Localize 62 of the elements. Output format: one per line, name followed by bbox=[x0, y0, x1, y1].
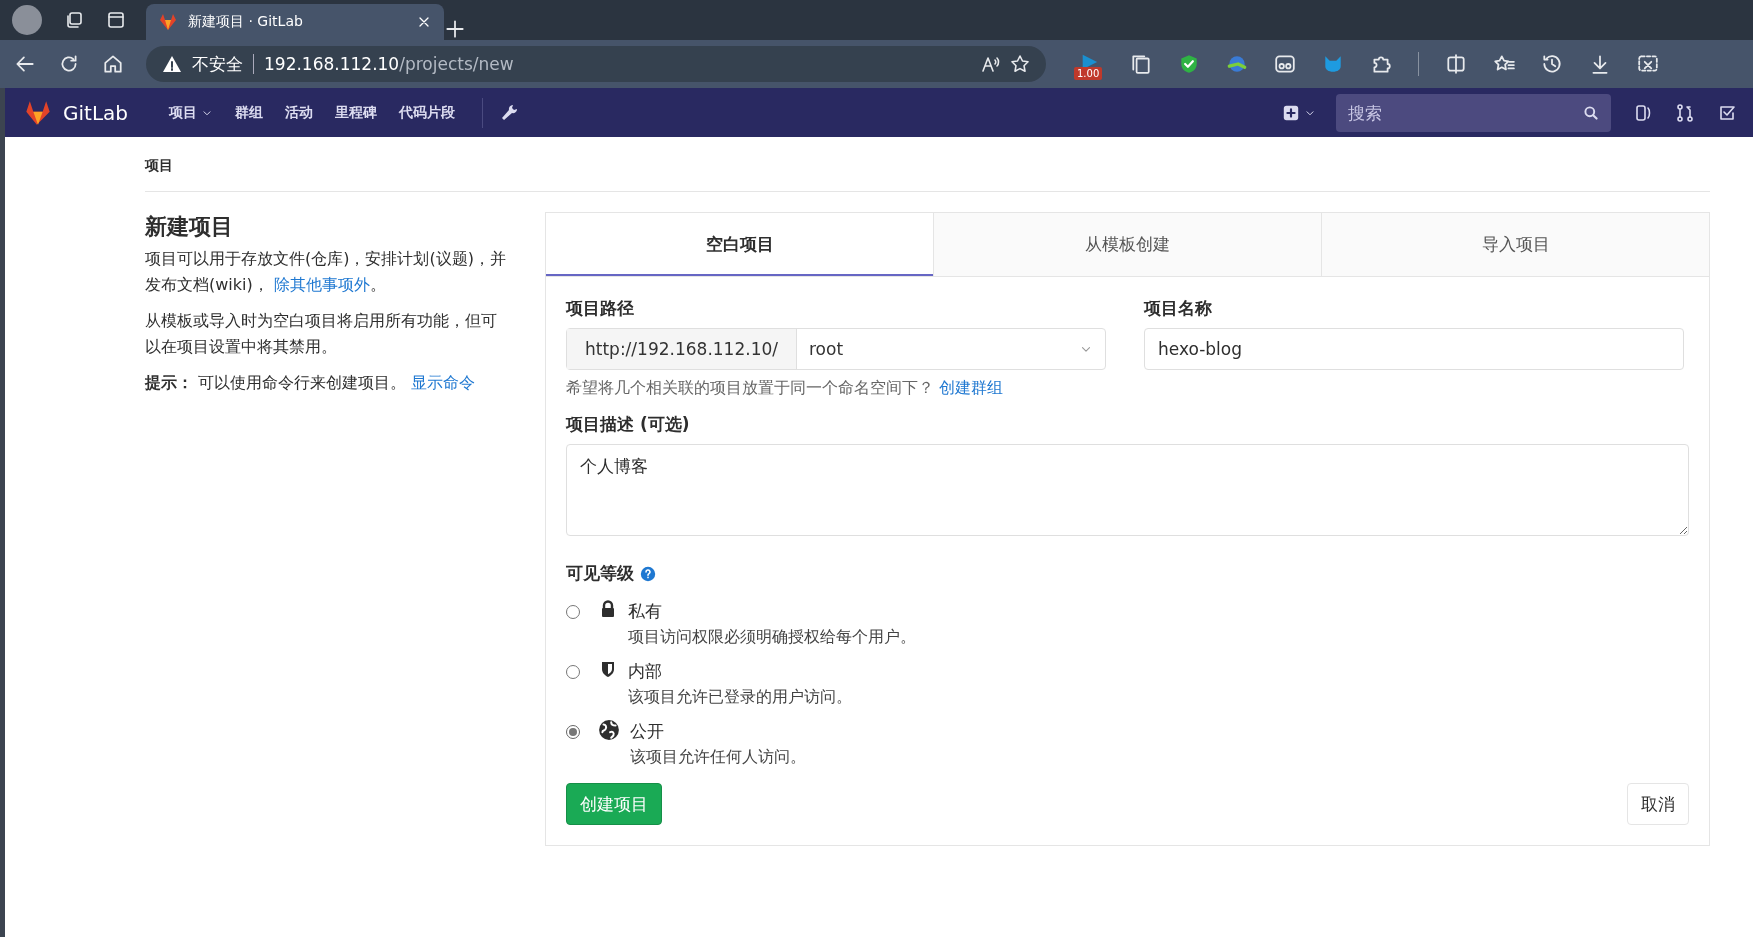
search-icon bbox=[1583, 104, 1599, 121]
sidebar-icon[interactable] bbox=[106, 10, 126, 30]
shield-check-icon[interactable] bbox=[1178, 53, 1200, 75]
tab-title: 新建项目 · GitLab bbox=[188, 13, 304, 31]
option-description: 该项目允许任何人访问。 bbox=[630, 746, 806, 768]
field-label: 项目路径 bbox=[566, 297, 635, 320]
page-title: 新建项目 bbox=[145, 213, 234, 240]
create-group-link[interactable]: 创建群组 bbox=[939, 378, 1004, 397]
form-tab[interactable]: 导入项目 bbox=[1322, 213, 1709, 276]
project-name-input[interactable]: hexo-blog bbox=[1144, 328, 1684, 370]
field-label: 项目描述 (可选) bbox=[566, 413, 691, 436]
option-title: 内部 bbox=[628, 660, 663, 683]
more-link[interactable]: 除其他事项外 bbox=[273, 275, 370, 294]
tabs-icon[interactable] bbox=[64, 10, 84, 30]
intro-paragraph: 项目可以用于存放文件(仓库)，安排计划(议题)，并发布文档(wiki)， 除其他事项外。 bbox=[145, 248, 507, 296]
star-icon[interactable] bbox=[1010, 54, 1030, 74]
nav-item[interactable]: 活动 bbox=[274, 103, 324, 122]
option-title: 私有 bbox=[628, 600, 663, 623]
nav-item[interactable]: 代码片段 bbox=[388, 103, 466, 122]
browser-tab[interactable]: 新建项目 · GitLab bbox=[146, 4, 444, 40]
form-tab[interactable]: 空白项目 bbox=[546, 213, 934, 276]
description-input[interactable]: 个人博客 bbox=[566, 444, 1689, 536]
help-icon[interactable] bbox=[640, 565, 656, 582]
brand-name[interactable]: GitLab bbox=[63, 100, 128, 125]
merge-request-icon[interactable] bbox=[1675, 102, 1695, 123]
profile-avatar[interactable] bbox=[12, 5, 42, 35]
option-description: 该项目允许已登录的用户访问。 bbox=[628, 686, 852, 708]
read-aloud-icon[interactable] bbox=[980, 54, 1000, 74]
intro-paragraph: 从模板或导入时为空白项目将启用所有功能，但可以在项目设置中将其禁用。 bbox=[145, 310, 498, 358]
form-tab[interactable]: 从模板创建 bbox=[934, 213, 1322, 276]
security-warning: 不安全 bbox=[192, 52, 243, 76]
new-tab-icon[interactable] bbox=[444, 18, 466, 40]
option-description: 项目访问权限必须明确授权给每个用户。 bbox=[628, 626, 916, 648]
nav-item[interactable]: 群组 bbox=[224, 103, 274, 122]
group-hint: 希望将几个相关联的项目放置于同一个命名空间下？ 创建群组 bbox=[566, 378, 1005, 399]
wrench-icon[interactable] bbox=[499, 102, 519, 123]
tip-text: 提示： 可以使用命令行来创建项目。 显示命令 bbox=[145, 372, 477, 394]
globe-icon bbox=[598, 719, 620, 741]
speed-badge: 1.00 bbox=[1074, 67, 1103, 80]
fox-icon bbox=[158, 12, 178, 32]
namespace-dropdown[interactable]: root bbox=[797, 329, 1105, 369]
cancel-button[interactable]: 取消 bbox=[1627, 783, 1689, 825]
nav-item[interactable]: 里程碑 bbox=[324, 103, 388, 122]
field-label: 项目名称 bbox=[1144, 297, 1213, 320]
new-menu-button[interactable] bbox=[1282, 103, 1316, 122]
pages-icon[interactable] bbox=[1130, 53, 1152, 75]
url-prefix: http://192.168.112.10/ bbox=[567, 329, 797, 369]
cat-icon[interactable] bbox=[1322, 53, 1344, 75]
glasses-icon[interactable] bbox=[1274, 53, 1296, 75]
breadcrumb[interactable]: 项目 bbox=[145, 157, 173, 175]
search-field[interactable]: 搜索 bbox=[1336, 93, 1611, 132]
nav-item[interactable]: 项目 bbox=[158, 103, 224, 122]
show-command-link[interactable]: 显示命令 bbox=[411, 373, 476, 392]
url-text: 192.168.112.10/projects/new bbox=[264, 54, 515, 74]
option-title: 公开 bbox=[630, 720, 665, 743]
field-label: 可见等级 bbox=[566, 562, 634, 585]
split-screen-icon[interactable] bbox=[1445, 53, 1467, 75]
home-icon[interactable] bbox=[102, 53, 124, 75]
address-bar[interactable]: 不安全 192.168.112.10/projects/new bbox=[146, 46, 1046, 82]
warning-icon bbox=[162, 54, 182, 74]
history-icon[interactable] bbox=[1541, 53, 1563, 75]
plus-square-icon bbox=[1282, 103, 1300, 122]
